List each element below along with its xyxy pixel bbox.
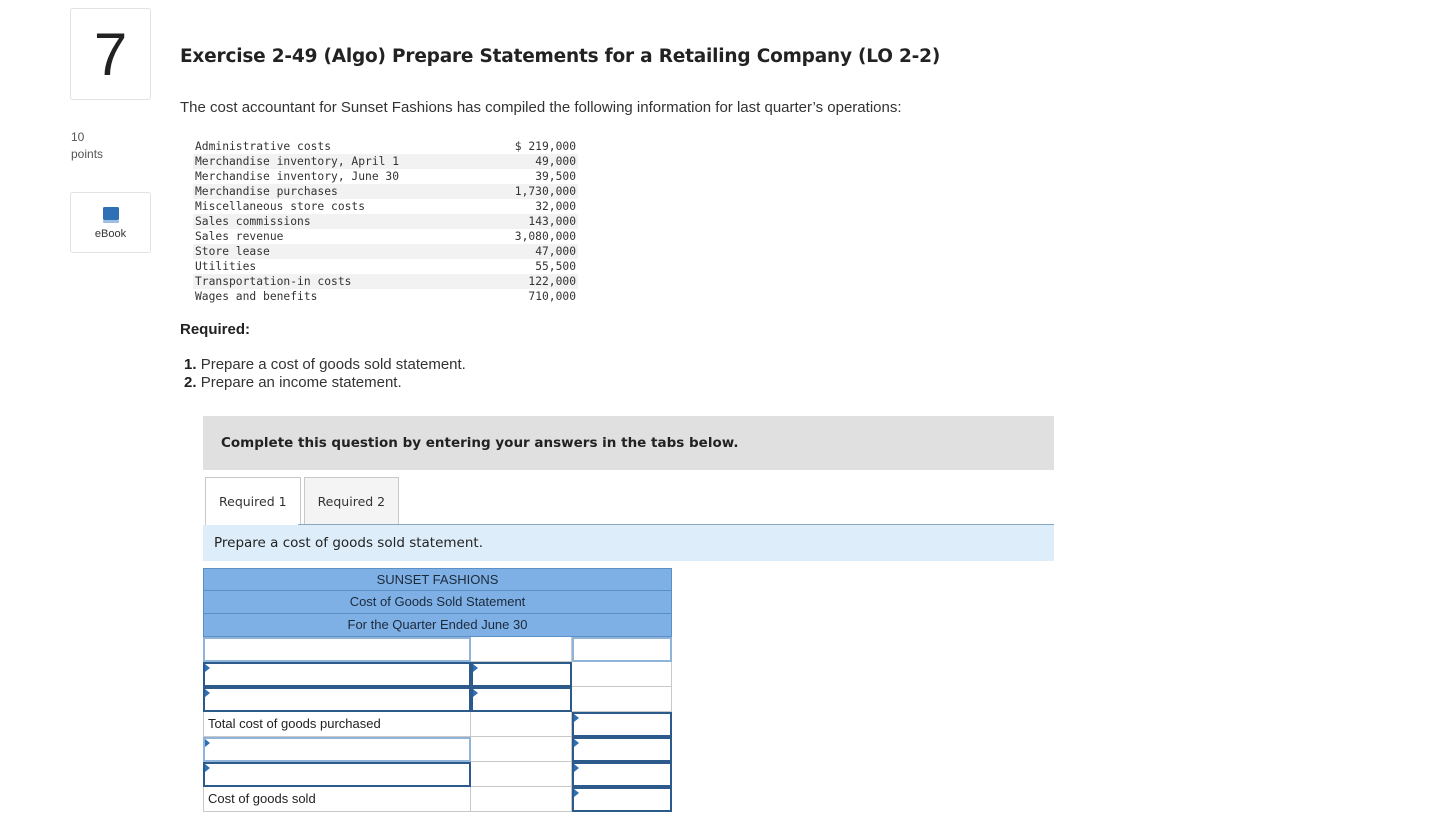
- requirement-tabs: Required 1 Required 2: [205, 477, 402, 525]
- data-label: Sales commissions: [193, 214, 487, 229]
- amount-cell: [471, 637, 572, 662]
- required-heading: Required:: [180, 321, 251, 338]
- statement-row: [203, 662, 672, 687]
- data-row: Wages and benefits 710,000: [193, 289, 578, 304]
- data-label: Merchandise inventory, June 30: [195, 170, 400, 183]
- data-row: Miscellaneous store costs 32,000: [193, 199, 578, 214]
- input-marker-icon: [473, 664, 478, 672]
- input-marker-icon: [205, 689, 210, 697]
- data-row: Sales commissions 143,000: [193, 214, 578, 229]
- data-row: Store lease 47,000: [193, 244, 578, 259]
- points-value: 10: [71, 130, 85, 144]
- input-marker-icon: [574, 714, 579, 722]
- data-row: Administrative costs $ 219,000: [193, 139, 578, 154]
- ebook-button[interactable]: eBook: [70, 192, 151, 253]
- statement-row: [203, 762, 672, 787]
- data-label: Transportation-in costs: [193, 274, 487, 289]
- line-item-input[interactable]: [203, 662, 471, 687]
- input-marker-icon: [574, 789, 579, 797]
- data-label: Administrative costs: [195, 140, 332, 153]
- data-label: Merchandise inventory, April 1: [193, 154, 487, 169]
- total-input[interactable]: [572, 787, 672, 812]
- data-row: Transportation-in costs 122,000: [193, 274, 578, 289]
- data-value: 1,730,000: [486, 184, 578, 199]
- line-item-input[interactable]: [203, 637, 471, 662]
- data-value: $ 219,000: [514, 140, 576, 153]
- required-list: 1. Prepare a cost of goods sold statemen…: [184, 356, 466, 392]
- statement-row: Cost of goods sold: [203, 787, 672, 812]
- line-item-input[interactable]: [203, 762, 471, 787]
- amount-cell: [471, 762, 572, 787]
- statement-name: Cost of Goods Sold Statement: [203, 591, 672, 614]
- data-row: Merchandise inventory, June 30 39,500: [193, 169, 578, 184]
- data-value: 122,000: [486, 274, 578, 289]
- required-item: 2. Prepare an income statement.: [184, 374, 402, 391]
- data-value: 710,000: [528, 290, 576, 303]
- amount-cell: [471, 787, 572, 812]
- row-label: Cost of goods sold: [203, 787, 471, 812]
- tab-required-2[interactable]: Required 2: [303, 477, 400, 524]
- ebook-label: eBook: [94, 228, 127, 240]
- data-value: 47,000: [486, 244, 578, 259]
- amount-input[interactable]: [471, 687, 572, 712]
- statement-row: [203, 637, 672, 662]
- data-value: 49,000: [486, 154, 578, 169]
- instructions-banner: Complete this question by entering your …: [203, 416, 1054, 470]
- statement-company: SUNSET FASHIONS: [203, 568, 672, 591]
- line-item-input[interactable]: [203, 737, 471, 762]
- data-label: Store lease: [193, 244, 487, 259]
- input-marker-icon: [473, 689, 478, 697]
- book-icon: [102, 207, 119, 223]
- data-value: 39,500: [535, 170, 576, 183]
- total-input[interactable]: [572, 637, 672, 662]
- data-label: Wages and benefits: [195, 290, 318, 303]
- statement-period: For the Quarter Ended June 30: [203, 614, 672, 637]
- amount-cell: [471, 712, 572, 737]
- required-item: 1. Prepare a cost of goods sold statemen…: [184, 356, 466, 373]
- data-row: Sales revenue 3,080,000: [193, 229, 578, 244]
- statement-row: Total cost of goods purchased: [203, 712, 672, 737]
- points-label: points: [71, 147, 104, 161]
- cogs-statement: SUNSET FASHIONS Cost of Goods Sold State…: [203, 568, 672, 812]
- data-value: 3,080,000: [514, 230, 576, 243]
- amount-cell: [471, 737, 572, 762]
- points-indicator: 10 points: [71, 129, 103, 163]
- data-label: Miscellaneous store costs: [195, 200, 366, 213]
- question-number: 7: [70, 8, 151, 100]
- data-value: 55,500: [535, 260, 576, 273]
- amount-input[interactable]: [471, 662, 572, 687]
- line-item-input[interactable]: [203, 687, 471, 712]
- input-marker-icon: [574, 739, 579, 747]
- total-input[interactable]: [572, 737, 672, 762]
- tab-required-1[interactable]: Required 1: [205, 477, 301, 525]
- total-cell: [572, 662, 672, 687]
- input-marker-icon: [205, 739, 210, 747]
- data-label: Sales revenue: [195, 230, 284, 243]
- tab-instruction: Prepare a cost of goods sold statement.: [203, 525, 1054, 561]
- total-cell: [572, 687, 672, 712]
- intro-text: The cost accountant for Sunset Fashions …: [180, 99, 902, 116]
- input-marker-icon: [205, 664, 210, 672]
- row-label: Total cost of goods purchased: [203, 712, 471, 737]
- data-label: Utilities: [195, 260, 257, 273]
- data-row: Utilities 55,500: [193, 259, 578, 274]
- statement-row: [203, 737, 672, 762]
- data-value: 32,000: [535, 200, 576, 213]
- data-value: 143,000: [486, 214, 578, 229]
- total-input[interactable]: [572, 712, 672, 737]
- total-input[interactable]: [572, 762, 672, 787]
- data-label: Merchandise purchases: [193, 184, 487, 199]
- input-marker-icon: [574, 764, 579, 772]
- exercise-title: Exercise 2-49 (Algo) Prepare Statements …: [180, 46, 941, 67]
- data-row: Merchandise inventory, April 1 49,000: [193, 154, 578, 169]
- data-row: Merchandise purchases 1,730,000: [193, 184, 578, 199]
- given-data-table: Administrative costs $ 219,000 Merchandise…: [193, 139, 578, 304]
- statement-row: [203, 687, 672, 712]
- input-marker-icon: [205, 764, 210, 772]
